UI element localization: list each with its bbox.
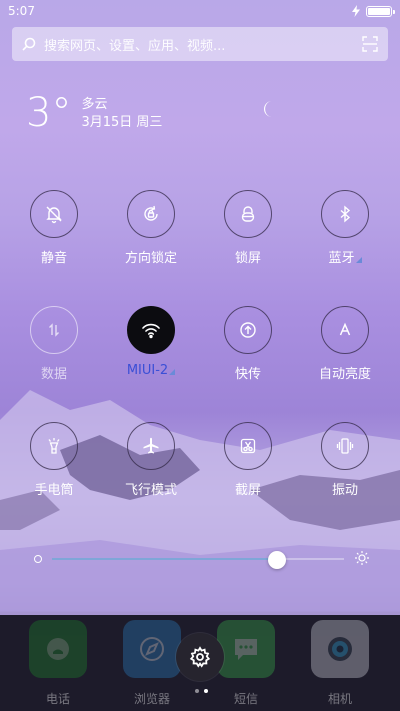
toggle-mute-label: 静音	[40, 251, 67, 266]
toggle-mute[interactable]: 静音	[6, 190, 102, 266]
brightness-thumb[interactable]	[267, 551, 286, 569]
messages-icon	[217, 620, 275, 678]
page-indicator	[195, 689, 208, 693]
brightness-low-icon	[34, 555, 42, 563]
toggle-vibrate-label: 振动	[331, 483, 358, 498]
browser-icon	[123, 620, 181, 678]
flashlight-icon	[48, 438, 60, 454]
more-options-indicator	[355, 257, 362, 263]
toggle-mobile-data[interactable]: 数据	[6, 306, 102, 382]
toggle-flashlight-button[interactable]	[30, 422, 78, 470]
camera-icon	[311, 620, 369, 678]
page-dot-active	[204, 689, 208, 693]
toggle-rotation-lock-button[interactable]	[127, 190, 175, 238]
quick-transfer-icon	[240, 322, 256, 338]
lock-icon	[241, 206, 255, 222]
toggle-airplane-mode-label: 飞行模式	[124, 483, 177, 498]
search-bar[interactable]: 搜索网页、设置、应用、视频...	[12, 27, 388, 61]
phone-icon	[29, 620, 87, 678]
settings-button[interactable]	[176, 633, 224, 681]
mobile-data-icon	[49, 323, 59, 337]
toggle-airplane-mode[interactable]: 飞行模式	[103, 422, 199, 498]
dock-app-label: 电话	[45, 692, 70, 706]
toggle-bluetooth[interactable]: 蓝牙	[297, 190, 393, 266]
weather-date: 3月15日 周三	[81, 115, 163, 130]
toggle-quick-transfer-button[interactable]	[224, 306, 272, 354]
toggle-flashlight[interactable]: 手电筒	[6, 422, 102, 498]
dock-app-browser[interactable]: 浏览器	[122, 620, 182, 707]
toggle-airplane-mode-button[interactable]	[127, 422, 175, 470]
toggle-lock-screen-label: 锁屏	[234, 251, 261, 266]
toggle-quick-transfer-label: 快传	[234, 367, 261, 382]
charging-icon	[352, 5, 360, 17]
dock-app-camera[interactable]: 相机	[310, 620, 370, 707]
weather-info: 多云 3月15日 周三	[81, 96, 162, 132]
toggle-wifi-label: MIUI-2	[103, 363, 199, 378]
toggle-wifi[interactable]: MIUI-2	[103, 306, 199, 378]
toggle-lock-screen-button[interactable]	[224, 190, 272, 238]
dock-app-label: 相机	[327, 692, 352, 706]
search-placeholder[interactable]: 搜索网页、设置、应用、视频...	[44, 35, 362, 54]
toggle-rotation-lock[interactable]: 方向锁定	[103, 190, 199, 266]
mute-bell-icon	[46, 206, 62, 224]
brightness-high-icon	[355, 551, 369, 565]
gear-icon	[189, 646, 211, 668]
toggle-screenshot-button[interactable]	[224, 422, 272, 470]
toggle-bluetooth-button[interactable]	[321, 190, 369, 238]
search-icon	[22, 37, 36, 51]
status-time: 5:07	[8, 4, 35, 18]
toggle-mute-button[interactable]	[30, 190, 78, 238]
toggle-screenshot[interactable]: 截屏	[200, 422, 296, 498]
scan-icon[interactable]	[362, 36, 378, 52]
airplane-icon	[143, 437, 159, 454]
dock-app-label: 短信	[233, 692, 258, 706]
battery-icon	[366, 5, 395, 17]
weather-widget[interactable]: 3° 多云 3月15日 周三	[26, 90, 162, 136]
dock-app-phone[interactable]: 电话	[28, 620, 88, 707]
screenshot-icon	[240, 438, 256, 454]
brightness-fill	[52, 558, 277, 560]
bluetooth-icon	[340, 205, 351, 223]
status-icons	[352, 5, 395, 17]
toggle-mobile-data-label: 数据	[40, 367, 67, 382]
rotation-lock-icon	[144, 205, 158, 221]
toggle-quick-transfer[interactable]: 快传	[200, 306, 296, 382]
toggle-vibrate[interactable]: 振动	[297, 422, 393, 498]
weather-temperature: 3°	[26, 90, 72, 136]
wifi-icon	[142, 323, 160, 339]
dock-app-label: 浏览器	[133, 692, 170, 706]
moon-icon	[264, 101, 272, 117]
toggle-bluetooth-label: 蓝牙	[297, 247, 393, 266]
brightness-slider[interactable]	[28, 548, 372, 570]
page-dot	[195, 689, 199, 693]
more-options-indicator	[169, 369, 176, 375]
toggle-auto-brightness-button[interactable]	[321, 306, 369, 354]
toggle-auto-brightness[interactable]: 自动亮度	[297, 306, 393, 382]
dock-app-messages[interactable]: 短信	[216, 620, 276, 707]
toggle-screenshot-label: 截屏	[234, 483, 261, 498]
toggle-rotation-lock-label: 方向锁定	[124, 251, 177, 266]
toggle-flashlight-label: 手电筒	[34, 483, 74, 498]
toggle-mobile-data-button[interactable]	[30, 306, 78, 354]
brightness-track[interactable]	[52, 551, 344, 569]
toggle-lock-screen[interactable]: 锁屏	[200, 190, 296, 266]
auto-brightness-icon	[339, 322, 351, 336]
weather-condition: 多云	[81, 97, 108, 112]
toggle-vibrate-button[interactable]	[321, 422, 369, 470]
vibrate-icon	[336, 438, 354, 454]
toggle-wifi-button[interactable]	[127, 306, 175, 354]
status-bar: 5:07	[0, 0, 400, 22]
toggle-auto-brightness-label: 自动亮度	[318, 367, 371, 382]
